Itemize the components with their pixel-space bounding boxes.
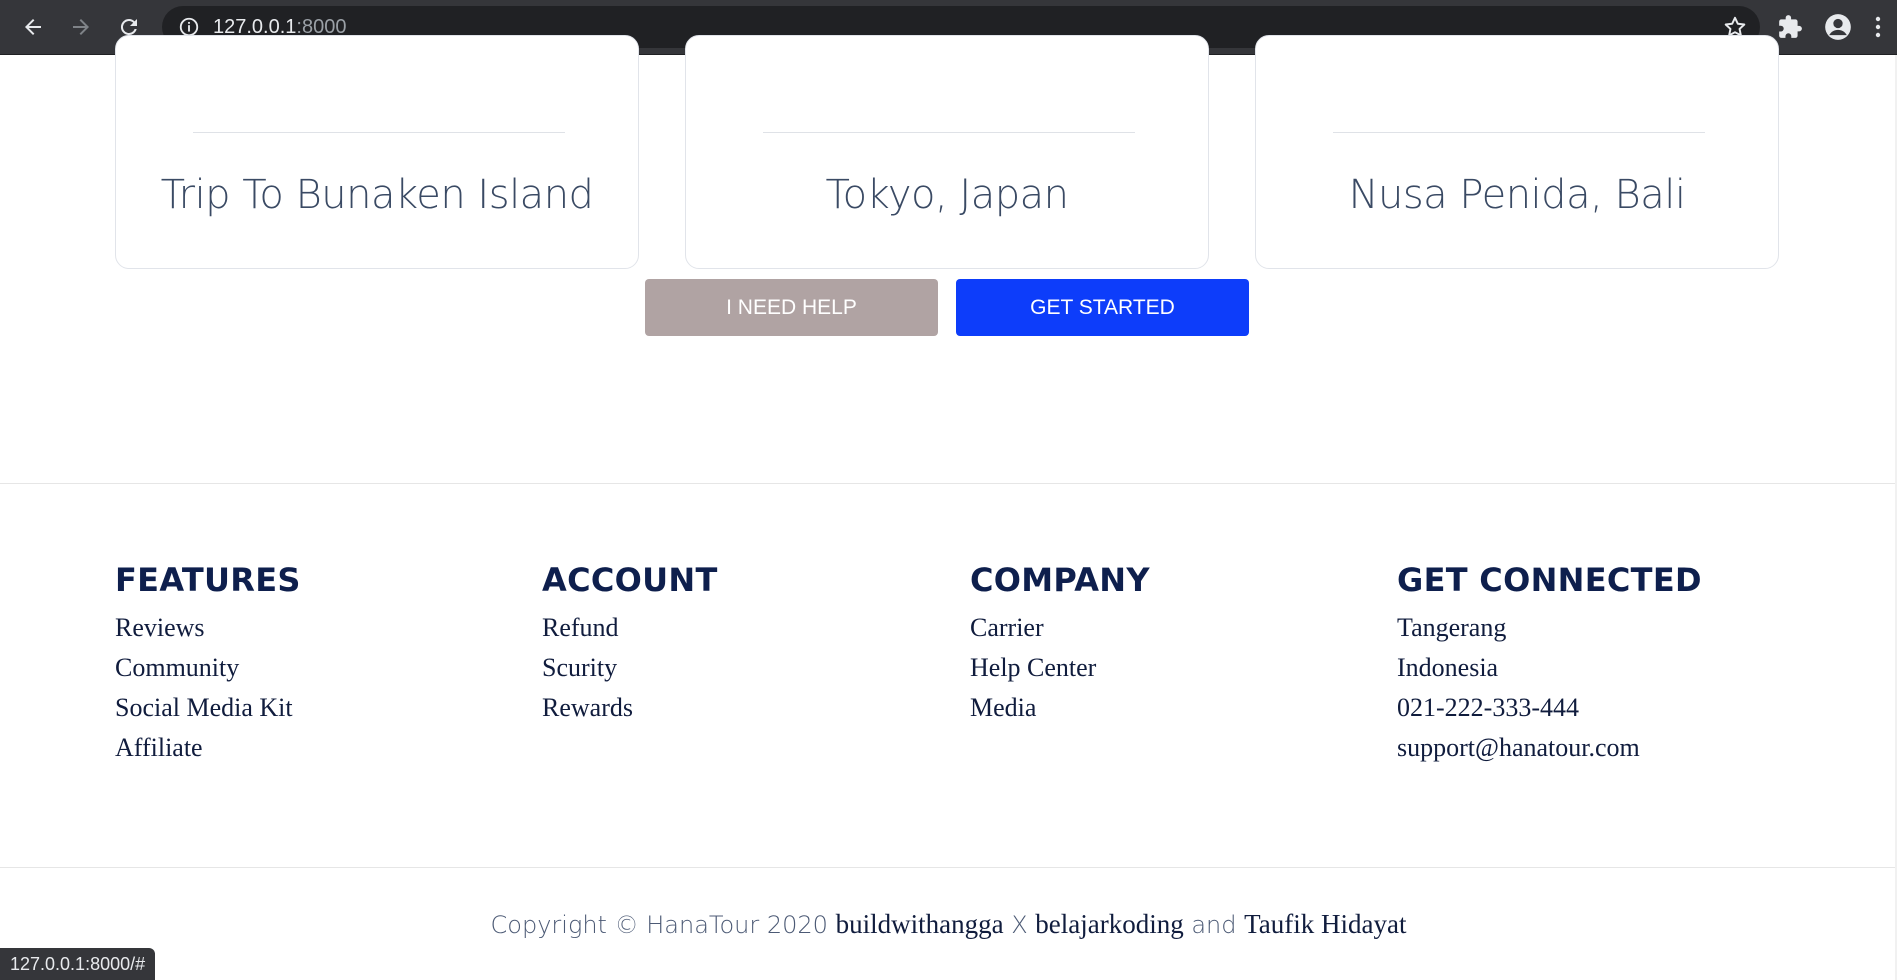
belajarkoding-link[interactable]: belajarkoding — [1035, 909, 1183, 939]
footer-column-get-connected: GET CONNECTED Tangerang Indonesia 021-22… — [1397, 558, 1702, 768]
footer-divider — [0, 483, 1897, 484]
card-divider — [1333, 132, 1705, 133]
copyright-sep: and — [1183, 911, 1245, 939]
footer-column-company: COMPANY Carrier Help Center Media — [970, 558, 1150, 728]
buildwithangga-link[interactable]: buildwithangga — [836, 909, 1004, 939]
footer-link[interactable]: Help Center — [970, 648, 1150, 688]
need-help-button[interactable]: I NEED HELP — [645, 279, 938, 336]
page-content: Trip To Bunaken Island Tokyo, Japan Nusa… — [0, 35, 1897, 980]
destination-card[interactable]: Tokyo, Japan — [685, 35, 1209, 269]
footer-link[interactable]: Refund — [542, 608, 718, 648]
footer-heading: ACCOUNT — [542, 561, 718, 599]
profile-avatar-icon[interactable] — [1823, 12, 1853, 42]
contact-country: Indonesia — [1397, 653, 1499, 682]
back-icon[interactable] — [16, 10, 50, 44]
footer-link[interactable]: Affiliate — [115, 728, 301, 768]
author-link[interactable]: Taufik Hidayat — [1244, 909, 1406, 939]
card-title: Trip To Bunaken Island — [160, 172, 594, 218]
footer-heading: COMPANY — [970, 561, 1150, 599]
card-title: Nusa Penida, Bali — [1348, 172, 1686, 218]
copyright-prefix: Copyright © HanaTour 2020 — [490, 911, 836, 939]
footer-link[interactable]: Social Media Kit — [115, 688, 301, 728]
contact-phone[interactable]: 021-222-333-444 — [1397, 688, 1702, 728]
forward-icon[interactable] — [64, 10, 98, 44]
footer-link[interactable]: Media — [970, 688, 1150, 728]
extensions-puzzle-icon[interactable] — [1775, 12, 1805, 42]
footer-bottom-divider — [0, 867, 1897, 868]
card-divider — [193, 132, 565, 133]
footer-link[interactable]: Rewards — [542, 688, 718, 728]
footer-column-features: FEATURES Reviews Community Social Media … — [115, 558, 301, 768]
get-started-button[interactable]: GET STARTED — [956, 279, 1249, 336]
card-title: Tokyo, Japan — [825, 172, 1069, 218]
destination-card[interactable]: Nusa Penida, Bali — [1255, 35, 1779, 269]
menu-kebab-icon[interactable] — [1868, 12, 1888, 42]
contact-email[interactable]: support@hanatour.com — [1397, 728, 1702, 768]
link-status-bar: 127.0.0.1:8000/# — [0, 948, 156, 980]
copyright-sep: X — [1003, 911, 1036, 939]
copyright-text: Copyright © HanaTour 2020 buildwithangga… — [0, 909, 1897, 940]
footer-heading: FEATURES — [115, 561, 301, 599]
contact-city: Tangerang — [1397, 613, 1507, 642]
footer-link[interactable]: Reviews — [115, 608, 301, 648]
footer-heading: GET CONNECTED — [1397, 561, 1702, 599]
destination-card[interactable]: Trip To Bunaken Island — [115, 35, 639, 269]
footer-link[interactable]: Scurity — [542, 648, 718, 688]
footer-link[interactable]: Community — [115, 648, 301, 688]
footer-link[interactable]: Carrier — [970, 608, 1150, 648]
card-divider — [763, 132, 1135, 133]
footer-column-account: ACCOUNT Refund Scurity Rewards — [542, 558, 718, 728]
